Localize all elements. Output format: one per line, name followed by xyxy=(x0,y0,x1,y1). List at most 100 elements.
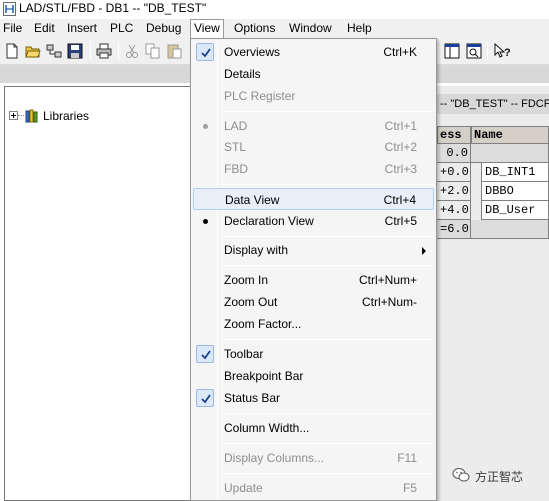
network-icon[interactable] xyxy=(46,43,62,59)
address-cell[interactable]: +0.0 xyxy=(437,163,471,182)
menu-item-label: Zoom Factor... xyxy=(224,317,302,331)
menu-plc[interactable]: PLC xyxy=(110,19,133,39)
print-icon[interactable] xyxy=(96,43,112,59)
name-cell[interactable]: DB_User xyxy=(481,201,549,220)
menu-separator xyxy=(222,265,434,266)
menu-item-column-width[interactable]: Column Width... xyxy=(193,417,434,439)
menu-options[interactable]: Options xyxy=(234,19,275,39)
menu-item-shortcut: Ctrl+5 xyxy=(384,214,417,228)
title-bar: LAD/STL/FBD - DB1 -- "DB_TEST" xyxy=(0,0,549,19)
menu-item-toolbar[interactable]: Toolbar xyxy=(193,343,434,365)
radio-bullet-icon xyxy=(203,219,208,224)
menu-item-update[interactable]: Update F5 xyxy=(193,477,434,499)
menu-separator xyxy=(222,236,434,237)
libraries-icon xyxy=(25,109,38,123)
menu-item-label: Data View xyxy=(225,193,280,207)
menu-item-lad[interactable]: LAD Ctrl+1 xyxy=(193,115,434,137)
menu-item-fbd[interactable]: FBD Ctrl+3 xyxy=(193,158,434,180)
menu-edit[interactable]: Edit xyxy=(34,19,55,39)
new-icon[interactable] xyxy=(4,43,20,59)
menu-debug[interactable]: Debug xyxy=(146,19,181,39)
tree-item-label: Libraries xyxy=(43,109,90,123)
tree-connector xyxy=(18,115,24,116)
menu-item-label: Toolbar xyxy=(224,347,264,361)
menu-item-label: PLC Register xyxy=(224,89,296,103)
expand-icon[interactable] xyxy=(9,111,18,120)
name-cell[interactable]: DBBO xyxy=(481,182,549,201)
menu-item-label: Breakpoint Bar xyxy=(224,369,304,383)
copy-icon[interactable] xyxy=(145,43,161,59)
name-cell[interactable] xyxy=(471,144,549,163)
window-icon[interactable] xyxy=(444,43,460,59)
menu-item-label: Declaration View xyxy=(224,214,314,228)
menu-item-declaration-view[interactable]: Declaration View Ctrl+5 xyxy=(193,210,434,232)
help-icon[interactable]: ? xyxy=(494,43,510,59)
menu-item-label: FBD xyxy=(224,162,248,176)
toolbar-separator xyxy=(90,42,91,60)
program-elements-tree[interactable]: Libraries xyxy=(4,86,199,501)
menu-insert[interactable]: Insert xyxy=(67,19,97,39)
watermark-text: 方正智芯 xyxy=(475,470,524,484)
menu-separator xyxy=(222,339,434,340)
menu-item-plc-register[interactable]: PLC Register xyxy=(193,85,434,107)
db-editor-window: -- "DB_TEST" -- FDCP ess Name 0.0 +0.0 D… xyxy=(437,86,549,501)
address-cell[interactable]: +2.0 xyxy=(437,182,471,201)
menu-item-label: Column Width... xyxy=(224,421,310,435)
menu-item-shortcut: Ctrl+1 xyxy=(384,119,417,133)
menu-item-zoom-in[interactable]: Zoom In Ctrl+Num+ xyxy=(193,269,434,291)
menu-separator xyxy=(222,443,434,444)
menu-separator xyxy=(222,184,434,185)
menu-bar: File Edit Insert PLC Debug View Options … xyxy=(0,19,549,39)
menu-item-zoom-factor[interactable]: Zoom Factor... xyxy=(193,313,434,335)
view-menu-dropdown: Overviews Ctrl+K Details PLC Register LA… xyxy=(190,38,437,501)
menu-item-stl[interactable]: STL Ctrl+2 xyxy=(193,136,434,158)
menu-item-status-bar[interactable]: Status Bar xyxy=(193,387,434,409)
address-cell[interactable]: 0.0 xyxy=(437,144,471,163)
menu-item-label: Update xyxy=(224,481,263,495)
save-icon[interactable] xyxy=(67,43,83,59)
zoom-window-icon[interactable] xyxy=(466,43,482,59)
menu-view[interactable]: View xyxy=(190,19,224,39)
menu-item-shortcut: Ctrl+Num- xyxy=(361,295,417,309)
app-icon xyxy=(3,2,16,16)
toolbar-separator xyxy=(487,42,488,60)
menu-item-details[interactable]: Details xyxy=(193,63,434,85)
cut-icon[interactable] xyxy=(124,43,140,59)
menu-item-shortcut: F5 xyxy=(402,481,417,495)
menu-item-label: STL xyxy=(224,140,247,154)
menu-item-shortcut: Ctrl+4 xyxy=(383,193,416,207)
menu-separator xyxy=(222,473,434,474)
submenu-arrow-icon xyxy=(422,247,426,255)
menu-item-data-view[interactable]: Data View Ctrl+4 xyxy=(193,188,434,210)
menu-window[interactable]: Window xyxy=(289,19,332,39)
toolbar-separator xyxy=(118,42,119,60)
menu-item-label: Status Bar xyxy=(224,391,281,405)
menu-item-label: Details xyxy=(224,67,261,81)
editor-title: -- "DB_TEST" -- FDCP xyxy=(437,94,549,114)
menu-help[interactable]: Help xyxy=(347,19,372,39)
column-header-name[interactable]: Name xyxy=(471,126,549,144)
menu-item-shortcut: F11 xyxy=(397,451,417,465)
wechat-logo-icon xyxy=(452,468,470,482)
name-cell[interactable] xyxy=(471,220,549,239)
menu-item-zoom-out[interactable]: Zoom Out Ctrl+Num- xyxy=(193,291,434,313)
address-cell[interactable]: +4.0 xyxy=(437,201,471,220)
menu-item-display-with[interactable]: Display with xyxy=(193,239,434,261)
column-header-address[interactable]: ess xyxy=(437,126,471,144)
menu-item-label: Display with xyxy=(224,243,289,257)
menu-item-display-columns[interactable]: Display Columns... F11 xyxy=(193,447,434,469)
window-title: LAD/STL/FBD - DB1 -- "DB_TEST" xyxy=(19,1,207,15)
menu-file[interactable]: File xyxy=(3,19,22,39)
checkmark-icon xyxy=(196,389,214,407)
menu-item-shortcut: Ctrl+3 xyxy=(384,162,417,176)
menu-separator xyxy=(222,413,434,414)
name-cell[interactable]: DB_INT1 xyxy=(481,163,549,182)
menu-item-overviews[interactable]: Overviews Ctrl+K xyxy=(193,41,434,63)
address-cell[interactable]: =6.0 xyxy=(437,220,471,239)
checkmark-icon xyxy=(196,345,214,363)
open-icon[interactable] xyxy=(25,43,41,59)
menu-item-breakpoint-bar[interactable]: Breakpoint Bar xyxy=(193,365,434,387)
paste-icon[interactable] xyxy=(166,43,182,59)
checkmark-icon xyxy=(196,43,214,61)
menu-item-label: Display Columns... xyxy=(224,451,325,465)
